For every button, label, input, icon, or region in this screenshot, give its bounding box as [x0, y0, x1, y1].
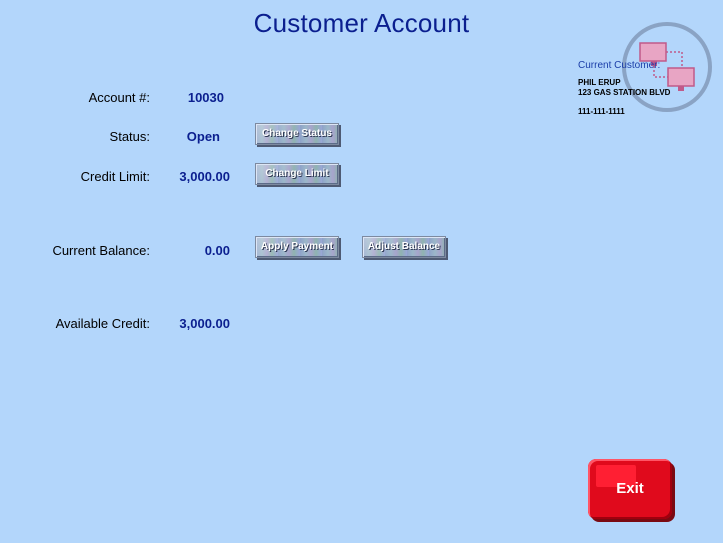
- credit-limit-value: 3,000.00: [179, 169, 230, 184]
- change-status-button[interactable]: Change Status: [255, 123, 339, 145]
- status-value: Open: [186, 129, 220, 144]
- adjust-balance-button[interactable]: Adjust Balance: [362, 236, 446, 258]
- current-customer-caption: Current Customer:: [578, 60, 661, 71]
- available-credit-label: Available Credit:: [55, 316, 150, 331]
- page-title: Customer Account: [253, 8, 470, 38]
- status-label: Status:: [109, 129, 150, 144]
- customer-phone: 111-111-1111: [578, 107, 625, 116]
- credit-limit-label: Credit Limit:: [80, 169, 150, 184]
- current-customer-panel: Current Customer: PHIL ERUP 123 GAS STAT…: [578, 60, 718, 117]
- current-balance-value: 0.00: [204, 243, 230, 258]
- customer-name: PHIL ERUP: [578, 78, 621, 87]
- customer-address: 123 GAS STATION BLVD: [578, 88, 671, 97]
- apply-payment-button[interactable]: Apply Payment: [255, 236, 339, 258]
- available-credit-value: 3,000.00: [179, 316, 230, 331]
- exit-button[interactable]: Exit: [588, 459, 672, 519]
- current-balance-label: Current Balance:: [52, 243, 150, 258]
- change-limit-button[interactable]: Change Limit: [255, 163, 339, 185]
- account-number-label: Account #:: [88, 90, 150, 105]
- account-number-value: 10030: [187, 90, 224, 105]
- exit-button-label: Exit: [616, 480, 644, 497]
